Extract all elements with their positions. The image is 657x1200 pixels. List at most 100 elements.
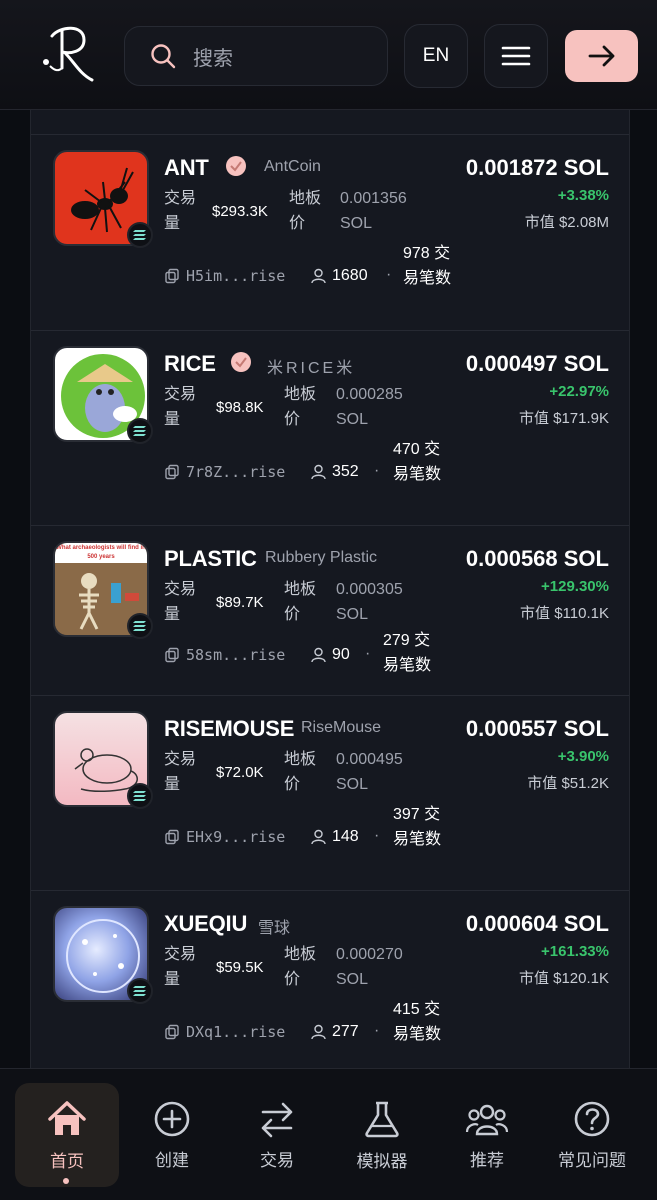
verified-icon [231,352,251,372]
holders-text: 90 [332,646,350,663]
price-change: +22.97% [549,383,609,400]
token-name: RiseMouse [301,719,382,736]
nav-faq[interactable]: 常见问题 [540,1083,644,1187]
contract-address[interactable]: H5im...rise [164,267,285,285]
rise-logo-icon[interactable] [40,22,96,88]
solana-icon [133,230,146,240]
floor-value: 0.001356 SOL [340,190,407,232]
floor-value: 0.000285 SOL [336,386,403,428]
nav-trade-label: 交易 [260,1150,294,1170]
nav-home-label: 首页 [50,1151,84,1171]
nav-create-label: 创建 [155,1150,189,1170]
floor-value: 0.000305 SOL [336,581,403,623]
trades-count: 978 交易笔数 [403,245,452,287]
volume-label: 交易量 [164,190,197,232]
user-icon [311,268,326,284]
search-icon [151,44,176,69]
separator: · [374,827,380,844]
search-bar[interactable]: 搜索 [124,26,388,86]
address-text: DXq1...rise [186,1023,286,1041]
nav-create[interactable]: 创建 [120,1083,224,1187]
token-card-plastic[interactable]: What archaeologists will find in 500 yea… [31,525,629,695]
copy-icon[interactable] [164,1024,180,1040]
floor-value: 0.000270 SOL [336,946,403,988]
contract-address[interactable]: 7r8Z...rise [164,463,285,481]
nav-recommend[interactable]: 推荐 [435,1083,539,1187]
token-card-ant[interactable]: ANT AntCoin 0.001872 SOL +3.38% 市值 $2.08… [31,134,629,330]
copy-icon[interactable] [164,647,180,663]
user-icon [311,464,326,480]
floor-label: 地板价 [284,581,317,623]
token-symbol: PLASTIC [164,546,257,571]
token-card-xueqiu[interactable]: XUEQIU 雪球 0.000604 SOL +161.33% 市值 $120.… [31,890,629,1068]
solana-icon [133,621,146,631]
nav-simulator[interactable]: 模拟器 [330,1083,434,1187]
volume-value: $98.8K [216,399,264,416]
nav-trade[interactable]: 交易 [225,1083,329,1187]
address-text: 58sm...rise [186,646,286,664]
copy-icon[interactable] [164,268,180,284]
market-cap: 市值 $51.2K [527,775,609,792]
address-text: 7r8Z...rise [186,463,286,481]
search-input[interactable]: 搜索 [193,42,233,71]
token-symbol: XUEQIU [164,911,248,936]
separator: · [365,645,371,662]
token-card-rice[interactable]: RICE 米RICE米 0.000497 SOL +22.97% 市值 $171… [31,330,629,525]
language-button[interactable]: EN [404,24,468,88]
holders-text: 352 [332,463,359,480]
copy-icon[interactable] [164,464,180,480]
arrow-right-icon [588,45,614,67]
token-card-risemouse[interactable]: RISEMOUSE RiseMouse 0.000557 SOL +3.90% … [31,695,629,890]
token-symbol: RISEMOUSE [164,716,295,741]
volume-label: 交易量 [164,386,197,428]
connect-arrow-button[interactable] [565,30,638,82]
contract-address[interactable]: DXq1...rise [164,1023,285,1041]
token-price: 0.000568 SOL [465,546,609,571]
solana-icon [133,426,146,436]
floor-value: 0.000495 SOL [336,751,403,793]
floor-label: 地板价 [284,751,317,793]
volume-value: $72.0K [216,764,264,781]
nav-simulator-label: 模拟器 [356,1151,408,1171]
holders-count: 90 [311,646,350,664]
floor-label: 地板价 [284,946,317,988]
solana-badge [127,613,153,639]
user-icon [311,647,326,663]
verified-icon [226,156,246,176]
floor-label: 地板价 [284,386,317,428]
contract-address[interactable]: EHx9...rise [164,828,285,846]
volume-label: 交易量 [164,581,197,623]
floor-label: 地板价 [289,190,322,232]
holders-text: 277 [332,1023,359,1040]
separator: · [386,266,392,283]
separator: · [374,462,380,479]
holders-text: 148 [332,828,359,845]
holders-count: 1680 [311,267,368,285]
copy-icon[interactable] [164,829,180,845]
price-change: +3.38% [557,187,609,204]
holders-count: 148 [311,828,359,846]
token-name: 雪球 [258,920,291,937]
user-icon [311,829,326,845]
active-indicator-dot [63,1178,69,1184]
holders-count: 352 [311,463,359,481]
token-price: 0.000604 SOL [465,911,609,936]
contract-address[interactable]: 58sm...rise [164,646,285,664]
users-group-icon [465,1104,509,1135]
menu-button[interactable] [484,24,548,88]
address-text: EHx9...rise [186,828,286,846]
market-cap: 市值 $110.1K [520,605,609,622]
swap-arrows-icon [261,1102,293,1137]
solana-icon [133,986,146,996]
solana-badge [127,978,153,1004]
market-cap: 市值 $120.1K [518,970,609,987]
token-list: ANT AntCoin 0.001872 SOL +3.38% 市值 $2.08… [30,110,630,1068]
solana-badge [127,222,153,248]
token-symbol: RICE [164,351,216,376]
volume-value: $89.7K [216,594,264,611]
token-price: 0.000557 SOL [465,716,609,741]
nav-home[interactable]: 首页 [15,1083,119,1187]
trades-count: 279 交易笔数 [383,632,432,674]
address-text: H5im...rise [186,267,286,285]
volume-label: 交易量 [164,946,197,988]
